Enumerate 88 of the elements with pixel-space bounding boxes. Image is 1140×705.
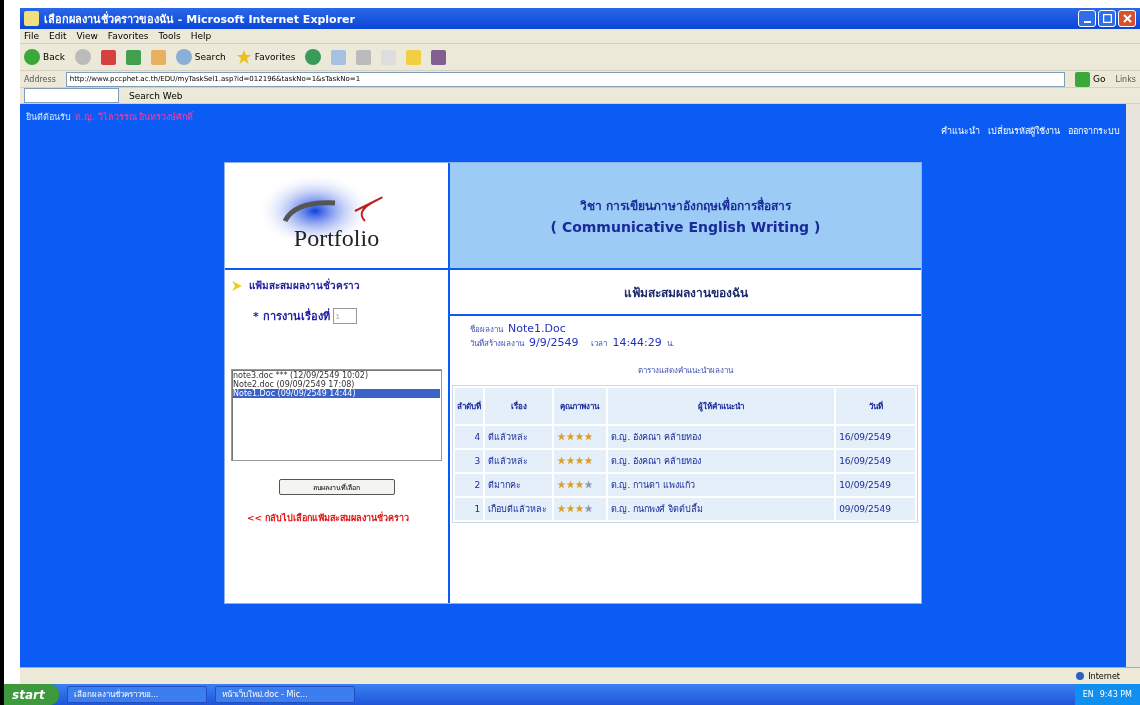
minimize-button[interactable] [1078,10,1096,27]
work-name: Note1.Doc [508,322,566,335]
nav-link[interactable]: คำแนะนำ [941,124,980,138]
file-list-item[interactable]: note3.doc *** (12/09/2549 10:02) [233,371,440,380]
star-icon [556,455,566,467]
table-cell: ดีแล้วหล่ะ [485,426,552,448]
search-field[interactable] [24,88,119,103]
star-icon [574,503,584,515]
table-cell: ดีมากคะ [485,474,552,496]
table-cell: ด.ญ. กนกพงศ์ จิตต์ปลื้ม [607,498,835,520]
nav-link[interactable]: ออกจากระบบ [1068,124,1120,138]
close-icon [1122,14,1132,23]
zone-text: Internet [1088,671,1120,681]
course-title: วิชา การเขียนภาษาอังกฤษเพื่อการสื่อสาร [579,196,792,215]
star-icon [565,503,575,515]
menu-item[interactable]: Tools [158,31,181,41]
menu-item[interactable]: View [76,31,98,41]
star-icon [565,455,575,467]
star-icon [574,431,584,443]
sidebar-title: แฟ้มสะสมผลงานชั่วคราว [249,278,360,293]
column-header: เรื่อง [485,388,552,424]
created-date: 9/9/2549 [529,336,579,349]
column-header: วันที่ [836,388,915,424]
task-label: * การงานเรื่องที่ [253,307,330,325]
file-list[interactable]: note3.doc *** (12/09/2549 10:02) Note2.doc (09/09/2549 17:08) Note1.Doc (09/09/2549 14:44) [231,369,442,461]
star-icon [235,49,252,65]
close-button[interactable] [1118,10,1136,27]
table-cell: 16/09/2549 [836,426,915,448]
table-cell: 16/09/2549 [836,450,915,472]
star-icon [556,479,566,491]
created-time: 14:44:29 [612,336,662,349]
menu-item[interactable]: Help [190,31,212,41]
table-cell: 09/09/2549 [836,498,915,520]
search-web-button[interactable]: Search Web [129,90,183,101]
file-list-item[interactable]: Note1.Doc (09/09/2549 14:44) [233,389,440,398]
back-link[interactable]: << กลับไปเลือกแฟ้มสะสมผลงานชั่วคราว [247,507,427,531]
table-cell: 2 [455,474,484,496]
star-icon [583,455,593,467]
section-title: แฟ้มสะสมผลงานของฉัน [450,270,921,316]
minimize-icon [1083,20,1091,23]
table-cell: 1 [455,498,484,520]
star-icon [583,479,593,491]
star-icon [574,479,584,491]
search-button[interactable]: Search [175,49,226,65]
favorites-button[interactable]: Favorites [235,49,296,65]
maximize-icon [1102,14,1112,23]
work-name-label: ชื่อผลงาน [470,323,503,336]
menu-item[interactable]: Favorites [107,31,149,41]
user-name: ด.ญ. วิไลวรรณ อินทรวงษ์ศักดิ์ [75,110,194,124]
menu-item[interactable]: File [24,31,40,41]
maximize-button[interactable] [1098,10,1116,27]
column-header: คุณภาพงาน [553,388,606,424]
window-title: เลือกผลงานชั่วคราวของฉัน - Microsoft Internet Explorer [44,10,355,28]
taskbar-button[interactable]: หน้าเว็บใหม่.doc - Mic... [214,686,355,703]
links-label[interactable]: Links [1115,74,1136,84]
star-icon [583,503,593,515]
star-icon [583,431,593,443]
table-cell: 4 [455,426,484,448]
address-label: Address [24,74,56,84]
star-icon [556,503,566,515]
time-label: เวลา [591,338,608,350]
menu-item[interactable]: Edit [49,31,67,41]
taskbar-button[interactable]: เลือกผลงานชั่วคราวขอ... [66,686,207,703]
arrow-icon [231,279,243,292]
table-cell: เกือบดีแล้วหละ [485,498,552,520]
column-header: ผู้ให้คำแนะนำ [607,388,835,424]
clock: 9:43 PM [1099,690,1132,699]
table-cell: 3 [455,450,484,472]
created-label: วันที่สร้างผลงาน [470,337,524,350]
file-list-item[interactable]: Note2.doc (09/09/2549 17:08) [233,380,440,389]
star-icon [574,455,584,467]
welcome-text: ยินดีต้อนรับ [26,111,71,124]
back-button[interactable]: Back [24,49,65,65]
logo-text: Portfolio [293,225,380,252]
time-unit: น. [666,338,675,350]
start-button[interactable]: start [4,684,59,705]
course-subtitle: ( Communicative English Writing ) [550,219,821,235]
table-cell: ด.ญ. กานดา แพงแก้ว [607,474,835,496]
table-cell: 10/09/2549 [836,474,915,496]
table-caption: ตารางแสดงคำแนะนำผลงาน [637,365,735,377]
nav-link[interactable]: เปลี่ยนรหัสผู้ใช้งาน [988,124,1060,138]
star-icon [565,479,575,491]
table-cell: ด.ญ. อังคณา คล้ายทอง [607,450,835,472]
table-cell: ด.ญ. อังคณา คล้ายทอง [607,426,835,448]
table-cell: ดีแล้วหล่ะ [485,450,552,472]
star-icon [565,431,575,443]
column-header: ลำดับที่ [455,388,484,424]
star-icon [556,431,566,443]
